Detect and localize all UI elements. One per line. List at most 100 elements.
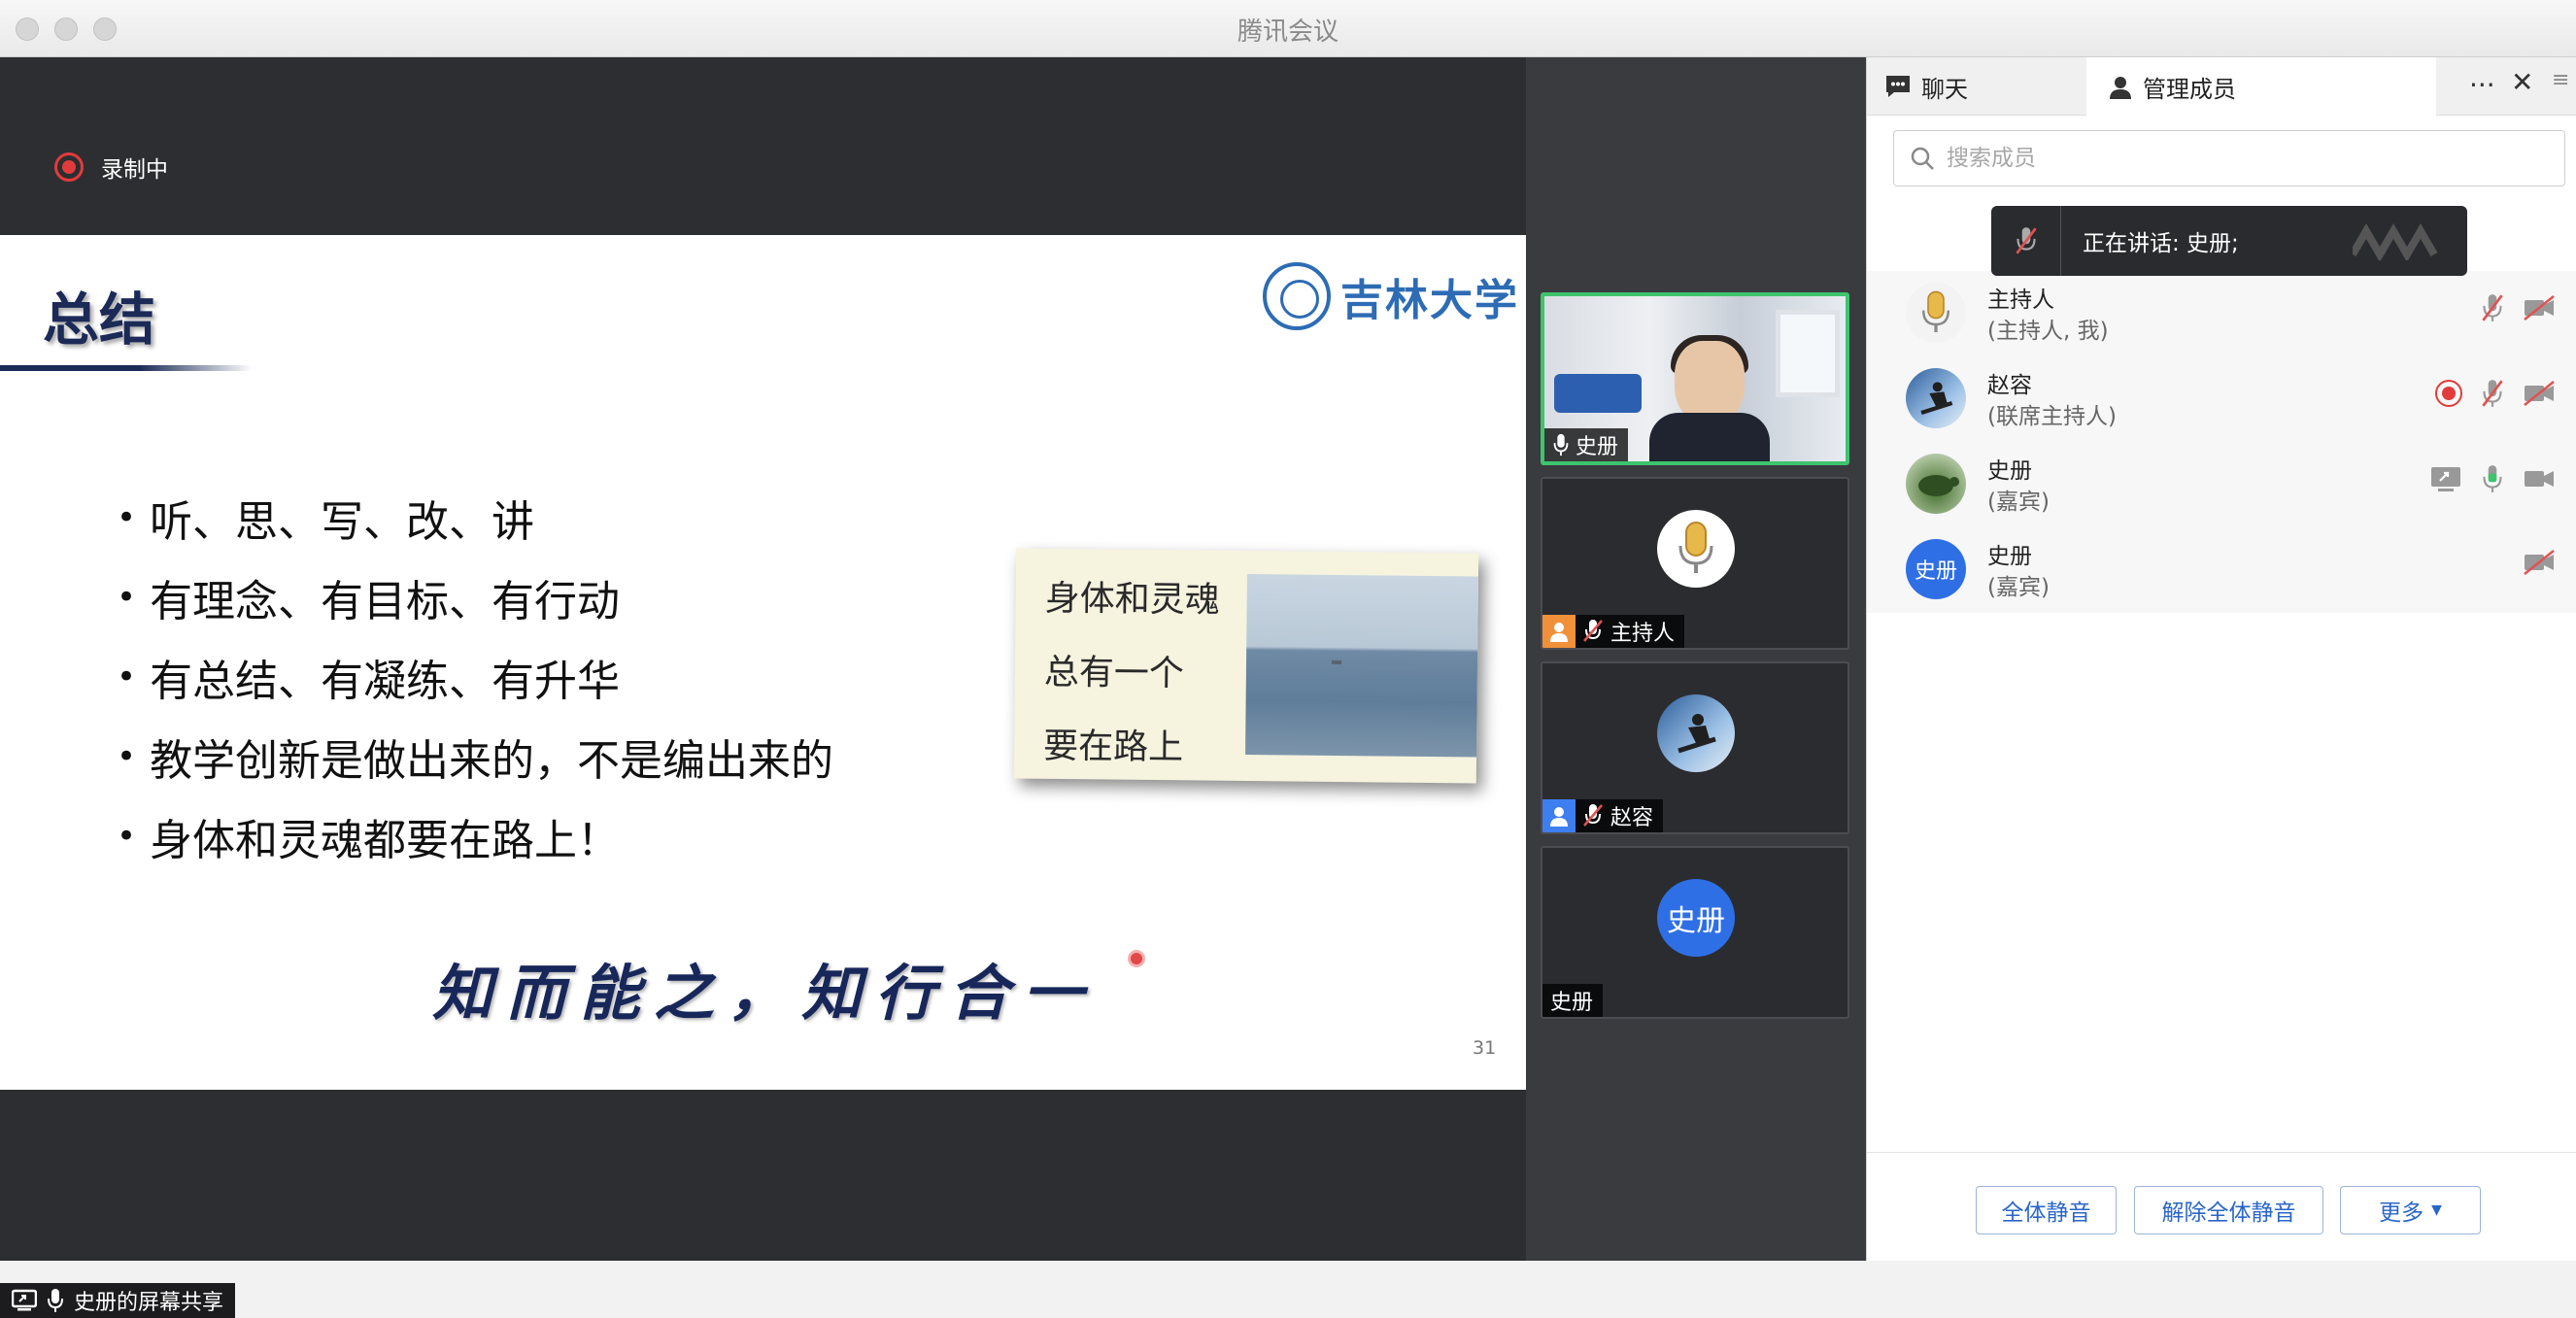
presentation-slide: 总结 吉林大学 听、思、写、改、讲 有理念、有目标、有行动 有总结、有凝练、有升… <box>0 235 1526 1090</box>
member-list: 主持人 (主持人, 我) 赵容 (联席主持人) 史册 (嘉宾) 史册 史册 (嘉… <box>1867 271 2576 613</box>
panel-footer: 全体静音 解除全体静音 更多 ▼ <box>1867 1152 2576 1261</box>
sea-photo <box>1245 574 1478 758</box>
caret-down-icon: ▼ <box>2431 1202 2442 1218</box>
text-avatar: 史册 <box>1657 879 1735 957</box>
video-tile[interactable]: 史册 <box>1541 292 1849 465</box>
slide-title: 总结 <box>43 287 156 353</box>
boat-shape <box>1332 659 1342 665</box>
member-role: (嘉宾) <box>1987 575 2050 600</box>
university-seal-icon <box>1263 262 1331 330</box>
member-row[interactable]: 主持人 (主持人, 我) <box>1867 271 2576 356</box>
turtle-photo-icon <box>1918 475 1959 496</box>
video-tile-label: 赵容 <box>1542 799 1664 832</box>
recording-label: 录制中 <box>101 157 168 183</box>
video-off-icon[interactable] <box>2523 380 2556 407</box>
video-tile[interactable]: 史册 史册 <box>1541 846 1849 1019</box>
member-name: 史册 <box>1987 458 2032 484</box>
member-avatar <box>1906 454 1966 514</box>
video-column: 史册 主持人 赵容 史册 史册 <box>1526 57 1866 1261</box>
member-name: 赵容 <box>1987 373 2032 398</box>
microphone-on-icon <box>1553 433 1569 456</box>
recording-indicator[interactable]: 录制中 <box>54 151 168 184</box>
tab-chat[interactable]: 聊天 <box>1884 57 1968 116</box>
unmute-all-button[interactable]: 解除全体静音 <box>2134 1186 2323 1234</box>
microphone-on-icon[interactable] <box>2480 463 2505 494</box>
speaking-indicator: 正在讲话: 史册; <box>1991 206 2467 276</box>
slide-bullet: 有理念、有目标、有行动 <box>117 558 833 637</box>
microphone-muted-icon[interactable] <box>2480 378 2505 409</box>
poem-line: 总有一个 <box>1043 652 1185 694</box>
screen-share-label: 史册的屏幕共享 <box>0 1283 236 1318</box>
title-underline <box>0 365 253 371</box>
member-row[interactable]: 史册 史册 (嘉宾) <box>1867 527 2576 613</box>
window-title: 腾讯会议 <box>1237 17 1339 47</box>
record-icon <box>54 152 84 182</box>
recording-icon <box>2435 380 2462 407</box>
university-logo: 吉林大学 <box>1263 262 1519 330</box>
panel-menu-icon[interactable]: ≡ <box>2552 68 2569 92</box>
member-role: (主持人, 我) <box>1987 319 2109 344</box>
video-off-icon[interactable] <box>2523 294 2556 321</box>
member-avatar <box>1906 368 1966 428</box>
video-tile-label: 主持人 <box>1542 615 1685 648</box>
video-tile-label: 史册 <box>1542 984 1604 1017</box>
member-row[interactable]: 史册 (嘉宾) <box>1867 442 2576 527</box>
member-avatar-text: 史册 <box>1906 539 1966 599</box>
microphone-icon <box>48 1289 63 1312</box>
chat-icon <box>1886 76 1910 97</box>
screen-share-icon <box>2431 467 2460 491</box>
mute-all-button[interactable]: 全体静音 <box>1976 1186 2117 1234</box>
member-row[interactable]: 赵容 (联席主持人) <box>1867 356 2576 442</box>
title-bar: 腾讯会议 <box>0 0 2576 57</box>
cohost-badge-icon <box>1542 799 1576 832</box>
video-tile[interactable]: 赵容 <box>1541 661 1849 834</box>
participant-name: 主持人 <box>1610 622 1676 646</box>
member-avatar <box>1906 283 1966 343</box>
microphone-muted-icon[interactable] <box>2480 292 2505 323</box>
slide-bullet: 身体和灵魂都要在路上！ <box>117 796 833 876</box>
video-tile[interactable]: 主持人 <box>1541 477 1849 650</box>
snowboarder-icon <box>1920 382 1953 415</box>
tab-members-label: 管理成员 <box>2143 76 2236 103</box>
members-panel: 聊天 管理成员 ··· ✕ ≡ 搜索成员 主持人 (主持人, 我) 赵容 (联席… <box>1866 57 2576 1261</box>
slide-bullet: 教学创新是做出来的，不是编出来的 <box>117 717 833 796</box>
person-icon <box>2110 76 2131 99</box>
video-off-icon[interactable] <box>2523 549 2556 576</box>
screen-share-area: 录制中 总结 吉林大学 听、思、写、改、讲 有理念、有目标、有行动 有总结、有凝… <box>0 57 1526 1318</box>
slide-motto: 知而能之，知行合一 <box>432 958 1098 1029</box>
ellipsis-icon[interactable]: ··· <box>2469 69 2495 101</box>
close-icon[interactable]: ✕ <box>2511 66 2533 98</box>
poem-line: 身体和灵魂 <box>1044 578 1220 621</box>
slide-bullet: 有总结、有凝练、有升华 <box>117 637 833 717</box>
host-avatar <box>1657 510 1735 588</box>
participant-name: 赵容 <box>1610 806 1654 830</box>
member-name: 主持人 <box>1987 287 2054 313</box>
host-badge-icon <box>1542 615 1576 648</box>
tab-manage-members[interactable]: 管理成员 <box>2086 57 2436 117</box>
more-options-button[interactable]: 更多 ▼ <box>2340 1186 2481 1234</box>
university-logo-text: 吉林大学 <box>1340 276 1519 325</box>
participant-name: 史册 <box>1550 991 1594 1015</box>
slide-bullet: 听、思、写、改、讲 <box>117 478 833 558</box>
laser-pointer <box>1128 950 1145 967</box>
audio-wave-icon <box>2353 223 2438 260</box>
golden-microphone-icon <box>1678 522 1713 573</box>
microphone-muted-icon <box>1583 620 1603 642</box>
video-tile-label: 史册 <box>1544 428 1629 461</box>
poem-card: 身体和灵魂 总有一个 要在路上 <box>1013 548 1479 784</box>
snowboarder-icon <box>1678 714 1716 754</box>
member-search-box[interactable] <box>1893 130 2565 186</box>
search-icon <box>1911 147 1934 170</box>
screen-share-owner: 史册的屏幕共享 <box>74 1291 224 1315</box>
video-on-icon[interactable] <box>2523 465 2556 492</box>
microphone-muted-icon <box>1583 804 1603 827</box>
more-options-label: 更多 <box>2379 1200 2424 1226</box>
member-search-input[interactable] <box>1945 145 2527 172</box>
poem-line: 要在路上 <box>1042 726 1184 768</box>
panel-tabs: 聊天 管理成员 ··· ✕ ≡ <box>1867 57 2576 117</box>
tab-chat-label: 聊天 <box>1921 75 1968 103</box>
skier-avatar <box>1657 694 1735 772</box>
participant-name: 史册 <box>1576 435 1619 459</box>
golden-microphone-icon <box>1922 290 1949 332</box>
member-role: (嘉宾) <box>1987 490 2050 515</box>
